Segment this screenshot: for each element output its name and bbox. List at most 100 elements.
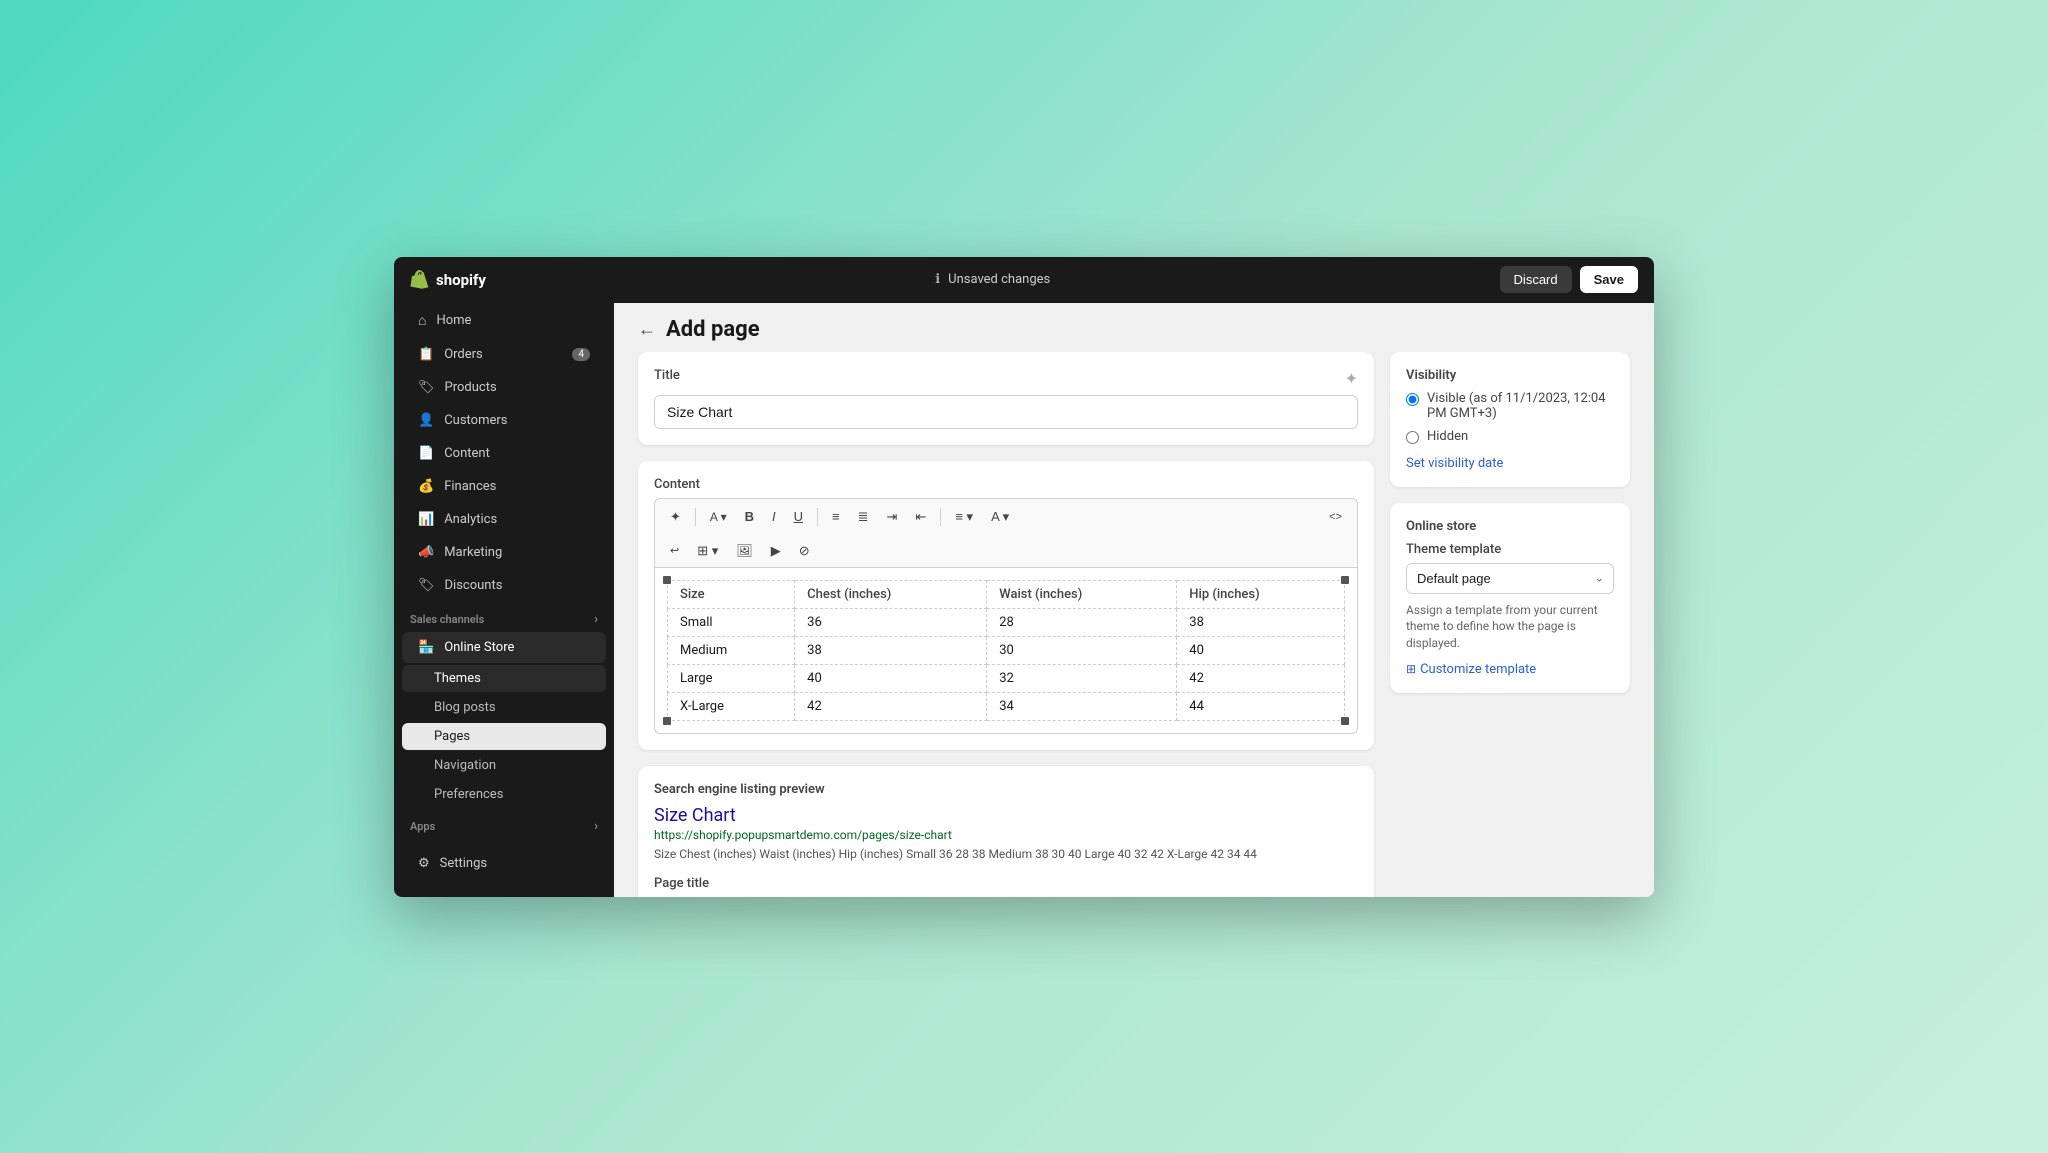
video-btn[interactable]: ▶ [764,539,788,563]
discard-button[interactable]: Discard [1500,266,1572,293]
undo-btn[interactable]: ↩ [663,540,686,561]
underline-btn[interactable]: U [787,505,810,528]
customers-icon: 👤 [418,413,434,428]
color-btn[interactable]: A ▾ [984,505,1016,529]
sidebar-item-products[interactable]: 🏷 Products [402,372,606,403]
orders-icon: 📋 [418,347,434,362]
list-ordered-btn[interactable]: ≣ [851,505,876,529]
customize-template-link[interactable]: ⊞ Customize template [1406,662,1614,677]
page-header: ← Add page [614,303,1654,352]
logo-text: shopify [436,271,486,289]
visibility-hidden-option: Hidden [1406,429,1614,444]
content-scroll: Title ✦ Content ✦ A ▾ [614,352,1654,897]
title-card: Title ✦ [638,352,1374,445]
settings-label: Settings [440,856,487,871]
magic-btn[interactable]: ✦ [663,505,688,529]
table-row: X-Large423444 [668,692,1345,720]
table-row: Large403242 [668,664,1345,692]
apps-expand[interactable]: › [594,819,598,834]
sidebar-subitem-blog-posts[interactable]: Blog posts [402,694,606,721]
marketing-label: Marketing [444,545,502,560]
finances-label: Finances [444,479,496,494]
sidebar-item-discounts[interactable]: 🏷 Discounts [402,570,606,601]
sales-channels-expand[interactable]: › [594,612,598,627]
visibility-visible-radio[interactable] [1406,393,1419,406]
topbar: shopify ℹ Unsaved changes Discard Save [394,257,1654,303]
table-header-row: Size Chest (inches) Waist (inches) Hip (… [668,580,1345,608]
sales-channels-header: Sales channels › [394,602,614,631]
table-cell: 40 [795,664,987,692]
table-cell: 44 [1177,692,1345,720]
blog-posts-label: Blog posts [434,700,496,715]
topbar-center: ℹ Unsaved changes [498,272,1488,287]
ai-icon[interactable]: ✦ [1345,369,1358,388]
col-chest: Chest (inches) [795,580,987,608]
theme-template-label: Theme template [1406,542,1614,557]
table-btn[interactable]: ⊞ ▾ [690,539,725,563]
font-btn[interactable]: A ▾ [703,506,734,528]
online-store-card: Online store Theme template Default page… [1390,503,1630,693]
table-row: Small362838 [668,608,1345,636]
visibility-hidden-radio[interactable] [1406,431,1419,444]
seo-url: https://shopify.popupsmartdemo.com/pages… [654,828,1358,842]
italic-btn[interactable]: I [765,505,783,528]
sidebar-item-settings[interactable]: ⚙ Settings [402,848,606,879]
back-button[interactable]: ← [638,319,656,340]
divider3 [940,508,941,526]
shopify-logo: shopify [410,270,486,290]
table-cell: 42 [1177,664,1345,692]
content-label: Content [444,446,490,461]
divider2 [817,508,818,526]
save-button[interactable]: Save [1580,266,1638,293]
table-cell: 36 [795,608,987,636]
analytics-label: Analytics [444,512,497,527]
sidebar-item-content[interactable]: 📄 Content [402,438,606,469]
sidebar-item-finances[interactable]: 💰 Finances [402,471,606,502]
outdent-btn[interactable]: ⇤ [908,505,933,529]
image-btn[interactable]: 🖼 [729,539,760,563]
template-select[interactable]: Default page page contact [1406,563,1614,594]
bold-btn[interactable]: B [738,505,761,528]
sidebar-item-marketing[interactable]: 📣 Marketing [402,537,606,568]
title-label: Title [654,368,680,383]
indent-btn[interactable]: ⇥ [880,505,905,529]
sidebar-item-online-store[interactable]: 🏪 Online Store [402,632,606,663]
online-store-label: Online Store [444,640,514,655]
visibility-visible-option: Visible (as of 11/1/2023, 12:04 PM GMT+3… [1406,391,1614,421]
home-icon: ⌂ [418,312,426,329]
editor-content[interactable]: Size Chest (inches) Waist (inches) Hip (… [654,567,1358,734]
orders-badge: 4 [572,348,590,361]
assign-text: Assign a template from your current them… [1406,602,1614,652]
align-btn[interactable]: ≡ ▾ [948,505,980,529]
set-visibility-date-link[interactable]: Set visibility date [1406,456,1503,471]
content-icon: 📄 [418,446,434,461]
sidebar-subitem-themes[interactable]: Themes [402,665,606,692]
page-title-label: Page title [654,876,1358,891]
sidebar: ⌂ Home 📋 Orders 4 🏷 Products 👤 Customers… [394,303,614,897]
list-unordered-btn[interactable]: ≡ [825,505,847,528]
sidebar-subitem-navigation[interactable]: Navigation [402,752,606,779]
embed-btn[interactable]: ⊘ [792,539,817,563]
sidebar-item-orders[interactable]: 📋 Orders 4 [402,339,606,370]
table-cell: 38 [1177,608,1345,636]
analytics-icon: 📊 [418,512,434,527]
themes-label: Themes [434,671,481,686]
sidebar-subitem-pages[interactable]: Pages [402,723,606,750]
info-icon: ℹ [935,272,940,287]
sidebar-item-analytics[interactable]: 📊 Analytics [402,504,606,535]
title-input[interactable] [654,395,1358,429]
products-icon: 🏷 [418,380,435,395]
sidebar-subitem-preferences[interactable]: Preferences [402,781,606,808]
editor-toolbar-row1: ✦ A ▾ B I U ≡ ≣ ⇥ ⇤ ≡ ▾ [654,498,1358,535]
table-corner-tr [1341,576,1349,584]
seo-description: Size Chest (inches) Waist (inches) Hip (… [654,846,1358,863]
customers-label: Customers [444,413,507,428]
discounts-icon: 🏷 [418,578,435,593]
sidebar-item-home[interactable]: ⌂ Home [402,304,606,337]
table-cell: Small [668,608,795,636]
page-title-section: Page title [654,876,1358,896]
source-btn[interactable]: <> [1322,507,1349,527]
table-cell: 34 [987,692,1177,720]
customize-label: Customize template [1420,662,1536,677]
sidebar-item-customers[interactable]: 👤 Customers [402,405,606,436]
